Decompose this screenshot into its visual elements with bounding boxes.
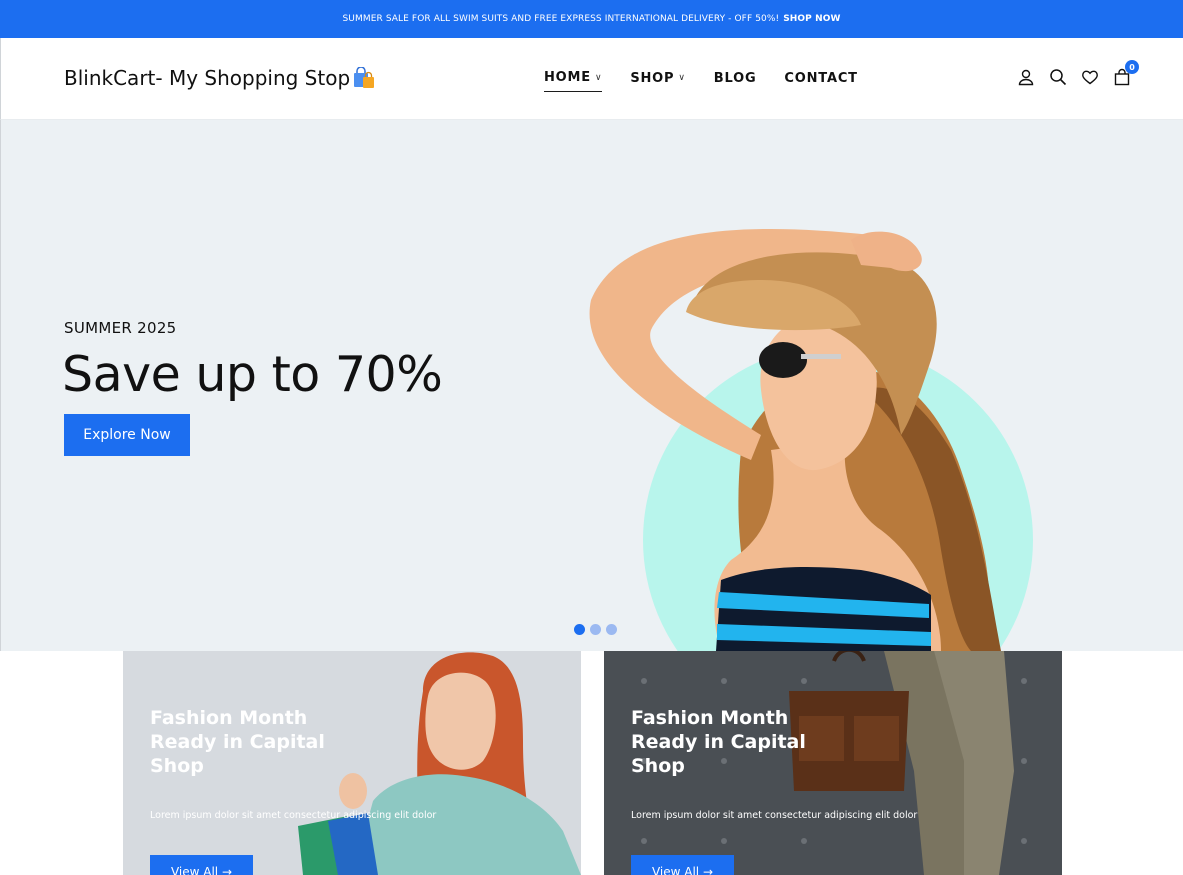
shopping-bag-icon [353,66,375,89]
hero-model-image [589,228,1033,651]
banner-title: Fashion Month Ready in Capital Shop [150,707,325,777]
nav-item-blog[interactable]: BLOG [714,70,757,92]
nav-item-contact[interactable]: CONTACT [784,70,857,92]
banner-description: Lorem ipsum dolor sit amet consectetur a… [150,810,437,821]
slider-dot[interactable] [606,624,617,635]
slider-dot[interactable] [590,624,601,635]
banner-title: Fashion Month Ready in Capital Shop [631,707,806,777]
site-header: BlinkCart- My Shopping Stop HOME ∨ SHOP … [0,38,1183,120]
heart-icon[interactable] [1081,68,1099,86]
header-actions: 0 [1017,60,1139,86]
site-logo[interactable]: BlinkCart- My Shopping Stop [64,66,375,90]
main-nav: HOME ∨ SHOP ∨ BLOG CONTACT [544,70,858,92]
chevron-down-icon: ∨ [678,73,686,83]
hero-subtitle: SUMMER 2025 [64,319,177,337]
slider-dots [574,624,617,635]
logo-text: BlinkCart- My Shopping Stop [64,66,351,90]
shop-now-link[interactable]: SHOP NOW [783,14,840,24]
nav-item-label: SHOP [630,70,675,86]
chevron-down-icon: ∨ [594,72,603,83]
announcement-bar: SUMMER SALE FOR ALL SWIM SUITS AND FREE … [0,0,1183,38]
cart-count-badge: 0 [1125,60,1139,74]
view-all-button[interactable]: View All → [631,855,734,875]
slider-dot[interactable] [574,624,585,635]
search-icon[interactable] [1049,68,1067,86]
cart-icon[interactable]: 0 [1113,60,1139,86]
promo-banner-1: Fashion Month Ready in Capital Shop Lore… [123,651,581,875]
explore-now-button[interactable]: Explore Now [64,414,190,456]
user-icon[interactable] [1017,68,1035,86]
nav-item-label: BLOG [713,70,757,86]
announcement-text: SUMMER SALE FOR ALL SWIM SUITS AND FREE … [342,14,780,24]
hero-slider: SUMMER 2025 Save up to 70% Explore Now [0,120,1183,651]
banner-description: Lorem ipsum dolor sit amet consectetur a… [631,810,918,821]
nav-item-label: CONTACT [784,70,858,86]
nav-item-home[interactable]: HOME ∨ [544,70,603,92]
view-all-button[interactable]: View All → [150,855,253,875]
nav-item-shop[interactable]: SHOP ∨ [630,70,685,92]
promo-banner-2: Fashion Month Ready in Capital Shop Lore… [604,651,1062,875]
hero-title: Save up to 70% [62,346,443,403]
nav-item-label: HOME [544,70,591,85]
